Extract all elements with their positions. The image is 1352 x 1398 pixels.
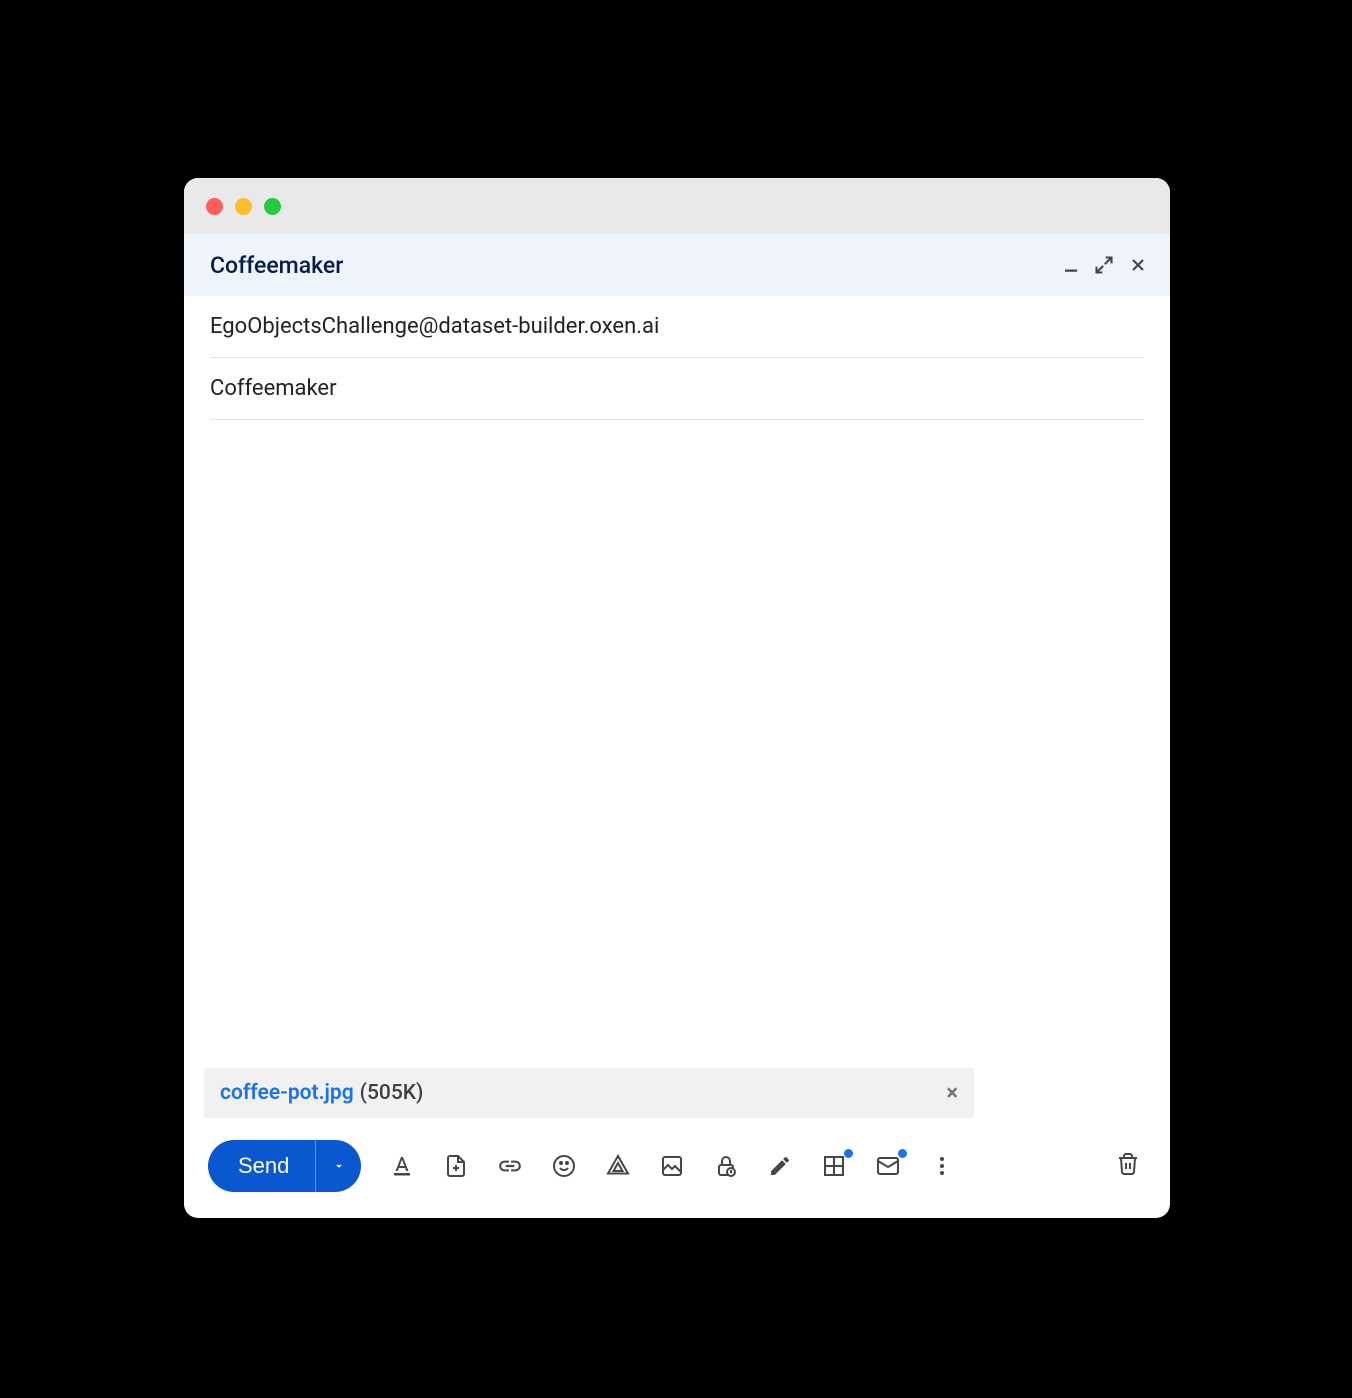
subject-field-row[interactable]: Coffeemaker xyxy=(184,358,1170,420)
minimize-window-button[interactable] xyxy=(235,198,252,215)
insert-signature-icon[interactable] xyxy=(767,1153,793,1179)
minimize-icon[interactable] xyxy=(1062,256,1080,274)
attachment-remove-icon[interactable]: × xyxy=(946,1081,958,1106)
attach-file-icon[interactable] xyxy=(443,1153,469,1179)
to-field-row[interactable]: EgoObjectsChallenge@dataset-builder.oxen… xyxy=(184,296,1170,358)
compose-window-controls xyxy=(1062,255,1148,275)
compose-toolbar: Send xyxy=(184,1118,1170,1218)
fullscreen-icon[interactable] xyxy=(1094,255,1114,275)
more-options-icon[interactable] xyxy=(929,1153,955,1179)
send-button[interactable]: Send xyxy=(208,1140,315,1192)
insert-emoji-icon[interactable] xyxy=(551,1153,577,1179)
to-field-value: EgoObjectsChallenge@dataset-builder.oxen… xyxy=(210,296,1144,358)
close-window-button[interactable] xyxy=(206,198,223,215)
subject-field-value: Coffeemaker xyxy=(210,358,1144,420)
send-more-options-button[interactable] xyxy=(315,1140,361,1192)
send-button-group: Send xyxy=(208,1140,361,1192)
attachment-size: (505K) xyxy=(360,1081,424,1105)
attachments-area: coffee-pot.jpg (505K) × xyxy=(184,1068,1170,1118)
layout-icon[interactable] xyxy=(821,1153,847,1179)
formatting-toolbar xyxy=(389,1153,955,1179)
notification-dot-icon xyxy=(844,1149,853,1158)
compose-header: Coffeemaker xyxy=(184,234,1170,296)
formatting-options-icon[interactable] xyxy=(389,1153,415,1179)
discard-draft-icon[interactable] xyxy=(1116,1152,1140,1180)
insert-link-icon[interactable] xyxy=(497,1153,523,1179)
mail-options-icon[interactable] xyxy=(875,1153,901,1179)
close-icon[interactable] xyxy=(1128,255,1148,275)
compose-body[interactable] xyxy=(184,420,1170,1068)
attachment-chip[interactable]: coffee-pot.jpg (505K) × xyxy=(204,1068,974,1118)
compose-window: Coffeemaker EgoObjectsChallenge@dataset-… xyxy=(184,178,1170,1218)
maximize-window-button[interactable] xyxy=(264,198,281,215)
macos-titlebar xyxy=(184,178,1170,234)
compose-title: Coffeemaker xyxy=(210,252,343,279)
insert-photo-icon[interactable] xyxy=(659,1153,685,1179)
notification-dot-icon xyxy=(898,1149,907,1158)
insert-drive-icon[interactable] xyxy=(605,1153,631,1179)
confidential-mode-icon[interactable] xyxy=(713,1153,739,1179)
attachment-filename: coffee-pot.jpg xyxy=(220,1081,354,1105)
